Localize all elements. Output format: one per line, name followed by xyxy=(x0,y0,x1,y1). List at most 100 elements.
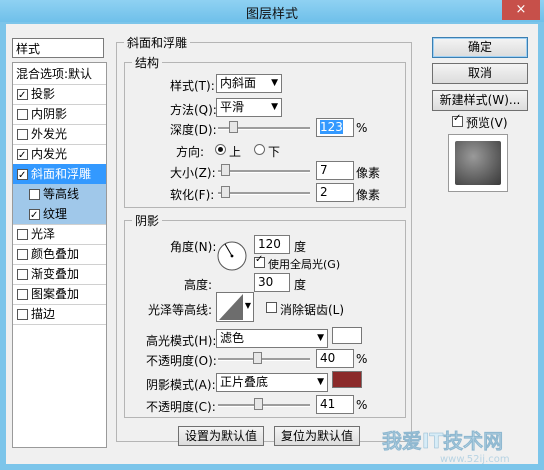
style-list-item[interactable]: 颜色叠加 xyxy=(13,244,106,264)
soften-slider-track[interactable] xyxy=(218,192,310,195)
gloss-contour-label: 光泽等高线: xyxy=(148,303,213,317)
highlight-mode-select[interactable]: 滤色 ▼ xyxy=(216,329,328,348)
shadow-opacity-track[interactable] xyxy=(218,404,310,407)
depth-slider-thumb[interactable] xyxy=(228,121,238,133)
direction-down-radio[interactable] xyxy=(254,144,265,155)
set-default-button[interactable]: 设置为默认值 xyxy=(178,426,264,446)
watermark-url: www.52ij.com xyxy=(440,454,510,465)
size-slider-track[interactable] xyxy=(218,170,310,173)
depth-value: 123 xyxy=(320,120,343,134)
angle-input[interactable]: 120 xyxy=(254,235,290,254)
highlight-opacity-unit: % xyxy=(356,352,368,366)
depth-input[interactable]: 123 xyxy=(316,118,354,137)
preview-checkbox[interactable] xyxy=(452,113,464,128)
style-item-checkbox[interactable] xyxy=(17,229,28,240)
shadow-color-swatch[interactable] xyxy=(332,371,362,388)
style-list-item[interactable]: 纹理 xyxy=(13,204,106,226)
reset-default-button[interactable]: 复位为默认值 xyxy=(274,426,360,446)
style-label: 样式(T): xyxy=(170,79,215,93)
style-item-checkbox[interactable] xyxy=(29,206,40,226)
shadow-opacity-input[interactable]: 41 xyxy=(316,395,354,414)
new-style-button[interactable]: 新建样式(W)... xyxy=(432,90,528,111)
style-item-checkbox[interactable] xyxy=(17,289,28,300)
altitude-value: 30 xyxy=(258,275,274,289)
chevron-down-icon: ▼ xyxy=(317,333,324,343)
style-item-checkbox[interactable] xyxy=(17,269,28,280)
shadow-mode-label: 阴影模式(A): xyxy=(146,378,216,392)
size-slider-thumb[interactable] xyxy=(220,164,230,176)
highlight-opacity-thumb[interactable] xyxy=(253,352,263,364)
style-list-item[interactable]: 描边 xyxy=(13,304,106,324)
highlight-opacity-input[interactable]: 40 xyxy=(316,349,354,368)
style-item-label: 描边 xyxy=(31,307,56,321)
angle-unit: 度 xyxy=(294,240,307,254)
style-select[interactable]: 内斜面 ▼ xyxy=(216,74,282,93)
angle-dial-center xyxy=(230,254,234,258)
styles-header[interactable]: 样式 xyxy=(12,38,104,58)
antialias-label: 消除锯齿(L) xyxy=(280,303,345,317)
contour-fill xyxy=(219,294,243,320)
style-list-item[interactable]: 渐变叠加 xyxy=(13,264,106,284)
gloss-contour-picker[interactable]: ▼ xyxy=(216,292,254,322)
style-item-checkbox[interactable] xyxy=(17,129,28,140)
style-item-label: 投影 xyxy=(31,87,56,101)
highlight-mode-value: 滤色 xyxy=(220,331,245,345)
cancel-button[interactable]: 取消 xyxy=(432,63,528,84)
style-item-label: 内发光 xyxy=(31,147,68,161)
style-list-item[interactable]: 图案叠加 xyxy=(13,284,106,304)
size-input[interactable]: 7 xyxy=(316,161,354,180)
highlight-opacity-track[interactable] xyxy=(218,358,310,361)
antialias-checkbox[interactable] xyxy=(266,302,278,314)
angle-value: 120 xyxy=(258,237,281,251)
altitude-unit: 度 xyxy=(294,278,307,292)
global-light-checkbox[interactable] xyxy=(254,254,266,269)
style-item-label: 纹理 xyxy=(43,207,68,221)
style-list: 混合选项:默认投影内阴影外发光内发光斜面和浮雕等高线纹理光泽颜色叠加渐变叠加图案… xyxy=(12,62,107,448)
style-list-item[interactable]: 光泽 xyxy=(13,224,106,244)
style-list-item[interactable]: 混合选项:默认 xyxy=(13,64,106,84)
size-value: 7 xyxy=(320,163,328,177)
style-preview-swatch xyxy=(455,141,501,185)
direction-up-radio[interactable] xyxy=(215,144,226,155)
shadow-opacity-unit: % xyxy=(356,398,368,412)
shadow-opacity-value: 41 xyxy=(320,397,336,411)
style-select-value: 内斜面 xyxy=(220,76,257,90)
angle-dial[interactable] xyxy=(216,240,248,272)
style-list-item[interactable]: 外发光 xyxy=(13,124,106,144)
altitude-label: 高度: xyxy=(184,278,213,292)
ok-button[interactable]: 确定 xyxy=(432,37,528,58)
checkbox-box xyxy=(254,254,265,268)
style-item-checkbox[interactable] xyxy=(17,166,28,186)
watermark-logo: 我爱IT技术网 www.52ij.com xyxy=(382,429,510,465)
technique-select[interactable]: 平滑 ▼ xyxy=(216,98,282,117)
chevron-down-icon: ▼ xyxy=(271,78,278,88)
style-item-checkbox[interactable] xyxy=(17,249,28,260)
style-item-label: 渐变叠加 xyxy=(31,267,80,281)
style-list-item[interactable]: 内阴影 xyxy=(13,104,106,124)
altitude-input[interactable]: 30 xyxy=(254,273,290,292)
chevron-down-icon: ▼ xyxy=(317,377,324,387)
shading-title: 阴影 xyxy=(132,212,163,229)
style-list-item[interactable]: 等高线 xyxy=(13,184,106,204)
style-preview-box xyxy=(448,134,508,192)
style-item-label: 斜面和浮雕 xyxy=(31,167,92,181)
style-list-item[interactable]: 斜面和浮雕 xyxy=(13,164,106,186)
direction-down-label: 下 xyxy=(268,145,281,159)
watermark-text: 我爱IT技术网 xyxy=(382,429,503,453)
close-button[interactable]: × xyxy=(502,0,540,20)
soften-slider-thumb[interactable] xyxy=(220,186,230,198)
highlight-color-swatch[interactable] xyxy=(332,327,362,344)
style-item-checkbox[interactable] xyxy=(17,109,28,120)
checkbox-box xyxy=(266,302,277,313)
style-item-checkbox[interactable] xyxy=(29,189,40,200)
chevron-down-icon: ▼ xyxy=(271,102,278,112)
style-list-item[interactable]: 投影 xyxy=(13,84,106,106)
shadow-opacity-thumb[interactable] xyxy=(254,398,264,410)
contour-curve-icon xyxy=(219,294,243,320)
shadow-mode-select[interactable]: 正片叠底 ▼ xyxy=(216,373,328,392)
style-item-checkbox[interactable] xyxy=(17,146,28,166)
style-list-item[interactable]: 内发光 xyxy=(13,144,106,166)
soften-input[interactable]: 2 xyxy=(316,183,354,202)
style-item-checkbox[interactable] xyxy=(17,309,28,320)
style-item-checkbox[interactable] xyxy=(17,86,28,106)
